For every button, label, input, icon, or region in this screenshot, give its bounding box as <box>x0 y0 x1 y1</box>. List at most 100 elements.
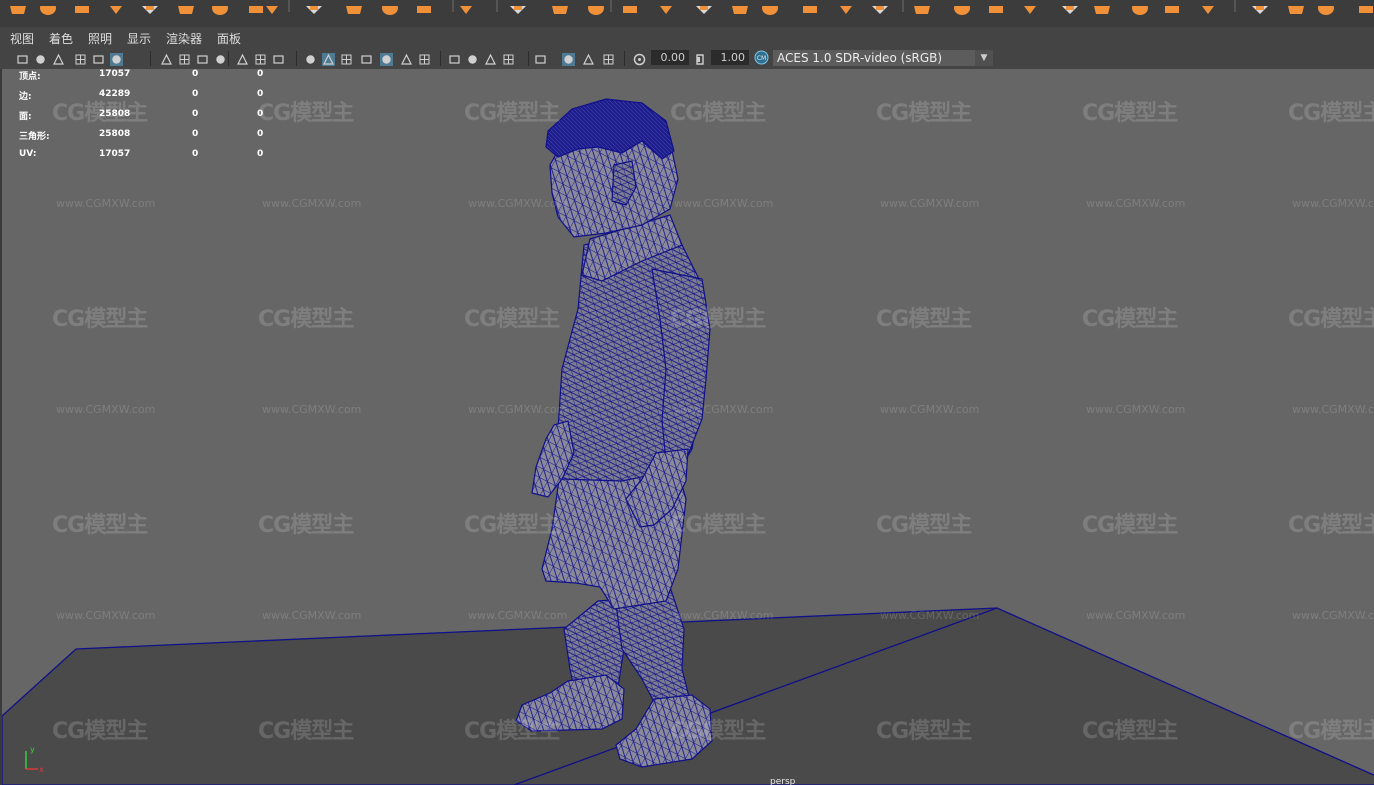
watermark-logo: CG模型主 <box>464 307 560 332</box>
grease-pencil-icon[interactable] <box>110 51 123 66</box>
shadows-icon[interactable] <box>418 51 431 65</box>
xray-icon[interactable] <box>562 51 575 66</box>
multisample-aa-icon[interactable] <box>484 51 497 65</box>
watermark-url: www.CGMXW.com <box>674 403 774 416</box>
cut-uv-icon[interactable] <box>800 0 820 13</box>
combine-icon[interactable] <box>262 0 282 14</box>
field-chart-icon[interactable] <box>236 51 249 65</box>
polygon-cone-icon[interactable] <box>106 0 126 14</box>
target-weld-icon[interactable] <box>550 0 570 14</box>
polygon-sphere-icon[interactable] <box>986 0 1006 13</box>
gamma-field[interactable]: 1.00 <box>711 50 749 65</box>
watermark-url: www.CGMXW.com <box>880 403 980 416</box>
toolbar-separator <box>150 51 151 66</box>
multi-cut-icon[interactable] <box>508 0 528 14</box>
polygon-sphere-icon[interactable] <box>38 0 58 15</box>
image-plane-icon[interactable] <box>74 51 87 65</box>
film-gate-icon[interactable] <box>178 51 191 65</box>
hud-label-faces: 面: <box>19 112 32 122</box>
extract-icon[interactable] <box>1316 0 1336 15</box>
select-camera-icon[interactable] <box>16 51 29 64</box>
hud-uv-triangles: 0 <box>257 129 264 139</box>
polygon-disc-icon[interactable] <box>1162 0 1182 13</box>
xray-components-icon[interactable] <box>602 51 615 65</box>
smooth-icon[interactable] <box>620 0 640 13</box>
shelf-toolbar <box>0 0 1374 28</box>
screen-space-ao-icon[interactable] <box>448 51 461 64</box>
chevron-down-icon[interactable]: ▼ <box>975 50 993 66</box>
polygon-cone-icon[interactable] <box>1060 0 1080 14</box>
camera-attributes-icon[interactable] <box>34 51 47 64</box>
bevel-icon[interactable] <box>1356 0 1374 13</box>
smooth-shade-icon[interactable] <box>322 51 335 66</box>
polygon-cube-icon[interactable] <box>8 0 28 14</box>
hud-selected-vertices: 0 <box>192 69 199 79</box>
menu-renderer[interactable]: 渲染器 <box>166 30 202 47</box>
transfer-icon[interactable] <box>870 0 890 14</box>
default-material-icon[interactable] <box>340 51 353 65</box>
polygon-plane-icon[interactable] <box>1130 0 1150 15</box>
wireframe-icon[interactable] <box>304 51 317 64</box>
viewport-persp[interactable]: CG模型主 CG模型主 CG模型主 CG模型主 CG模型主 CG模型主 CG模型主 CG模型主… <box>0 69 1374 785</box>
textured-icon[interactable] <box>360 51 373 64</box>
menu-view[interactable]: 视图 <box>10 30 34 47</box>
extrude-icon[interactable] <box>456 0 476 14</box>
watermark-logo: CG模型主 <box>1288 719 1374 744</box>
bridge-icon[interactable] <box>414 0 434 13</box>
motion-blur-icon[interactable] <box>466 51 479 64</box>
hud-selected-triangles: 0 <box>192 129 199 139</box>
watermark-logo: CG模型主 <box>258 719 354 744</box>
mirror-icon[interactable] <box>586 0 606 15</box>
history-icon[interactable] <box>912 0 932 14</box>
gate-mask-icon[interactable] <box>214 51 227 64</box>
wireframe-on-shaded-icon[interactable] <box>380 51 393 66</box>
depth-of-field-icon[interactable] <box>502 51 515 65</box>
use-all-lights-icon[interactable] <box>400 51 413 65</box>
separate-icon[interactable] <box>1286 0 1306 14</box>
panel-menu-bar: 视图 着色 照明 显示 渲染器 面板 <box>0 27 1374 48</box>
resolution-gate-icon[interactable] <box>196 51 209 64</box>
xray-joints-icon[interactable] <box>582 51 595 65</box>
watermark-logo: CG模型主 <box>258 307 354 332</box>
polygon-disc-icon[interactable] <box>210 0 230 15</box>
polygon-torus-icon[interactable] <box>140 0 160 14</box>
scene-canvas <box>2 98 1374 785</box>
watermark-url: www.CGMXW.com <box>468 197 568 210</box>
polygon-torus-icon[interactable] <box>1092 0 1112 14</box>
watermark-url: www.CGMXW.com <box>1086 197 1186 210</box>
bookmark-icon[interactable] <box>52 51 65 65</box>
sew-uv-icon[interactable] <box>836 0 856 14</box>
color-management-dropdown[interactable]: ACES 1.0 SDR-video (sRGB) ▼ <box>773 50 993 66</box>
extract-icon[interactable] <box>344 0 364 14</box>
polygon-pyramid-icon[interactable] <box>1198 0 1218 14</box>
menu-lighting[interactable]: 照明 <box>88 30 112 47</box>
isolate-select-icon[interactable] <box>534 51 547 64</box>
layout-icon[interactable] <box>760 0 780 15</box>
two-d-pan-icon[interactable] <box>92 51 105 64</box>
watermark-logo: CG模型主 <box>876 513 972 538</box>
uv-editor-icon[interactable] <box>656 0 676 14</box>
polygon-cylinder-icon[interactable] <box>1020 0 1040 14</box>
safe-title-icon[interactable] <box>272 51 285 64</box>
watermark-logo: CG模型主 <box>670 513 766 538</box>
exposure-icon[interactable] <box>633 51 646 66</box>
separate-icon[interactable] <box>304 0 324 14</box>
polygon-plane-icon[interactable] <box>176 0 196 14</box>
menu-panels[interactable]: 面板 <box>217 30 241 47</box>
create-uvs-icon[interactable] <box>694 0 714 14</box>
grid-icon[interactable] <box>160 51 173 65</box>
menu-shading[interactable]: 着色 <box>49 30 73 47</box>
bevel-icon[interactable] <box>380 0 400 15</box>
safe-action-icon[interactable] <box>254 51 267 65</box>
watermark-url: www.CGMXW.com <box>468 609 568 622</box>
unfold-icon[interactable] <box>730 0 750 14</box>
polygon-cylinder-icon[interactable] <box>72 0 92 13</box>
polygon-cube-icon[interactable] <box>952 0 972 15</box>
combine-icon[interactable] <box>1250 0 1270 14</box>
toolbar-separator <box>296 51 297 66</box>
color-management-icon[interactable]: CM <box>754 50 769 65</box>
gamma-icon[interactable] <box>694 51 707 65</box>
watermark-logo: CG模型主 <box>1288 307 1374 332</box>
exposure-field[interactable]: 0.00 <box>651 50 689 65</box>
menu-show[interactable]: 显示 <box>127 30 151 47</box>
